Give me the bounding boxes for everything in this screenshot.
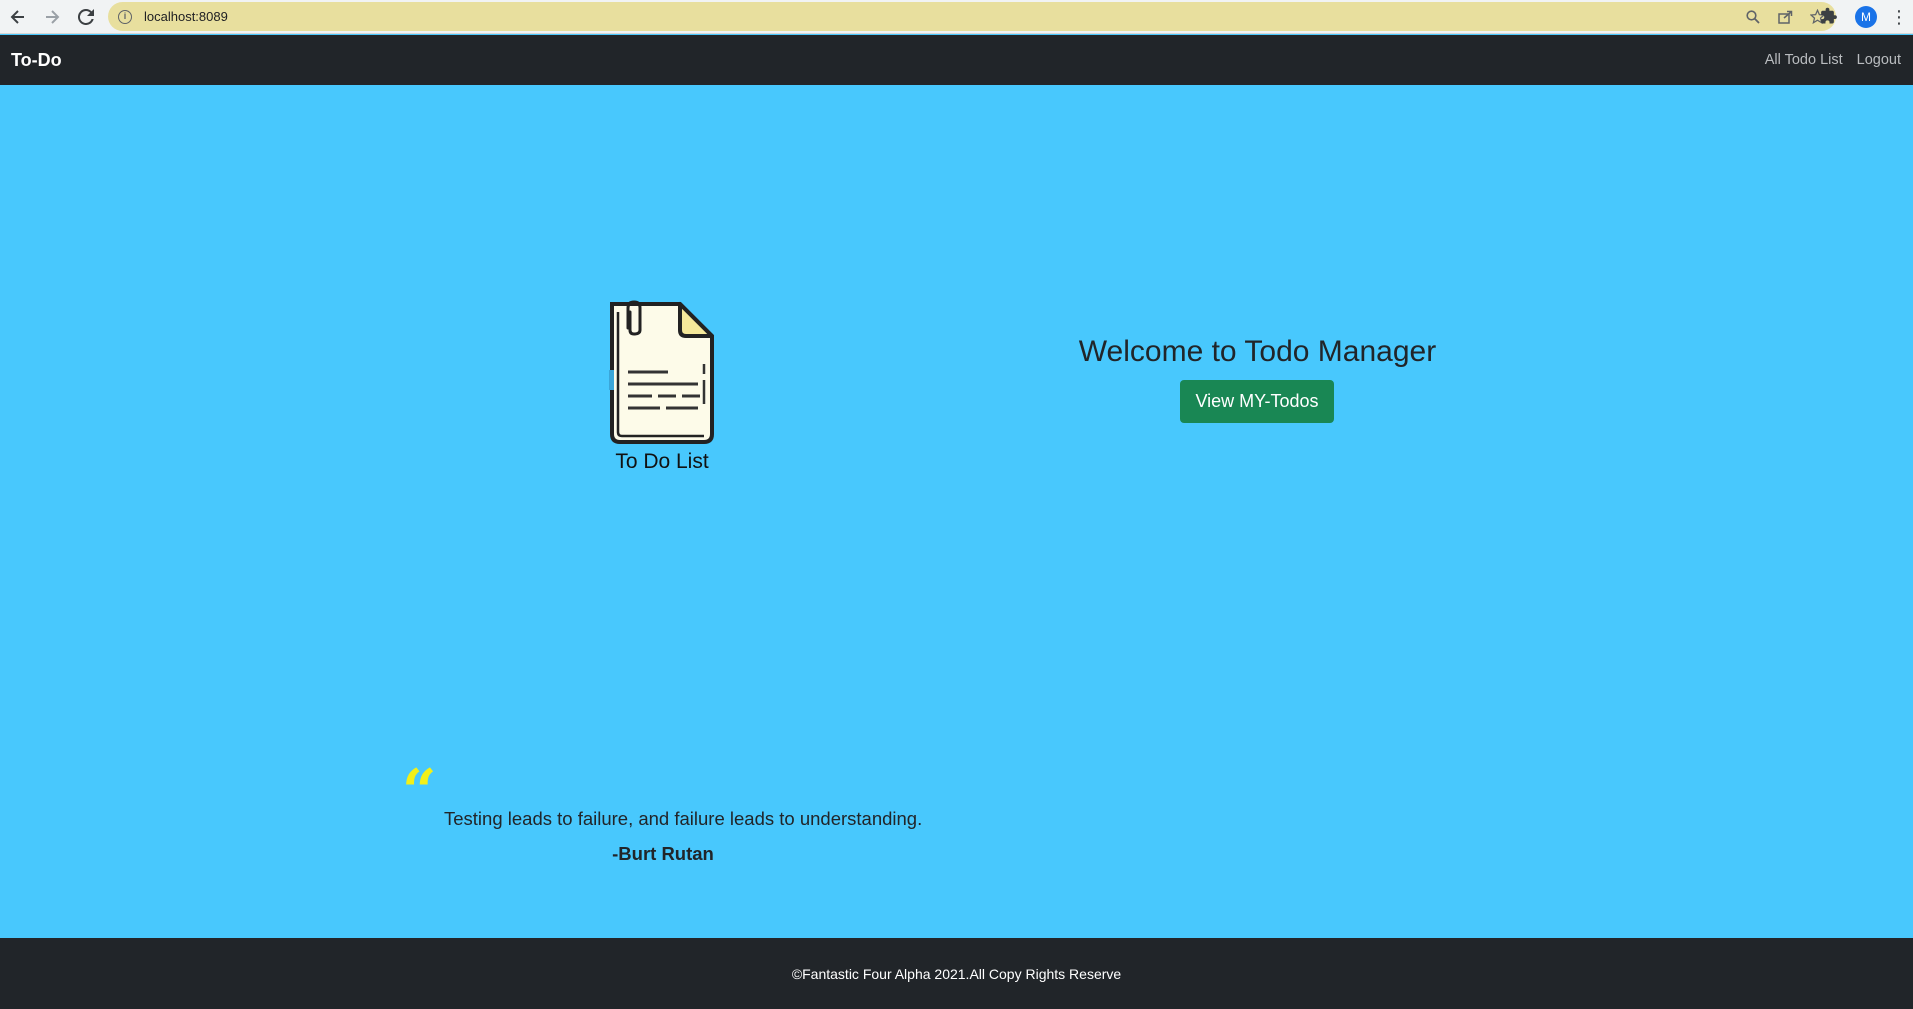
url-text[interactable]: localhost:8089 bbox=[144, 9, 228, 24]
app-navbar: To-Do All Todo List Logout bbox=[0, 35, 1913, 85]
quote-mark-icon: “ bbox=[402, 757, 437, 827]
address-bar[interactable]: i localhost:8089 bbox=[108, 2, 1836, 31]
page-title: Welcome to Todo Manager bbox=[1078, 335, 1437, 368]
quote-text: Testing leads to failure, and failure le… bbox=[444, 808, 923, 829]
extensions-icon[interactable] bbox=[1820, 7, 1840, 27]
nav-link-logout[interactable]: Logout bbox=[1857, 52, 1901, 68]
profile-avatar[interactable]: M bbox=[1855, 6, 1877, 28]
info-icon[interactable]: i bbox=[118, 9, 132, 24]
navbar-links: All Todo List Logout bbox=[1765, 35, 1901, 85]
browser-toolbar: i localhost:8089 M ⋮ bbox=[0, 0, 1913, 34]
nav-link-all-todo-list[interactable]: All Todo List bbox=[1765, 52, 1843, 68]
zoom-icon[interactable] bbox=[1744, 8, 1762, 26]
quote-author: -Burt Rutan bbox=[612, 843, 714, 864]
view-my-todos-button[interactable]: View MY-Todos bbox=[1180, 380, 1334, 423]
footer-copyright: ©Fantastic Four Alpha 2021.All Copy Righ… bbox=[791, 965, 1122, 982]
todo-list-logo-icon bbox=[609, 300, 714, 444]
navbar-brand[interactable]: To-Do bbox=[11, 50, 62, 71]
back-arrow-icon[interactable] bbox=[2, 1, 34, 33]
kebab-menu-icon[interactable]: ⋮ bbox=[1890, 6, 1908, 28]
logo-label: To Do List bbox=[615, 450, 709, 473]
reload-icon[interactable] bbox=[70, 1, 102, 33]
share-icon[interactable] bbox=[1776, 8, 1794, 26]
page-footer: ©Fantastic Four Alpha 2021.All Copy Righ… bbox=[0, 938, 1913, 1009]
forward-arrow-icon[interactable] bbox=[36, 1, 68, 33]
